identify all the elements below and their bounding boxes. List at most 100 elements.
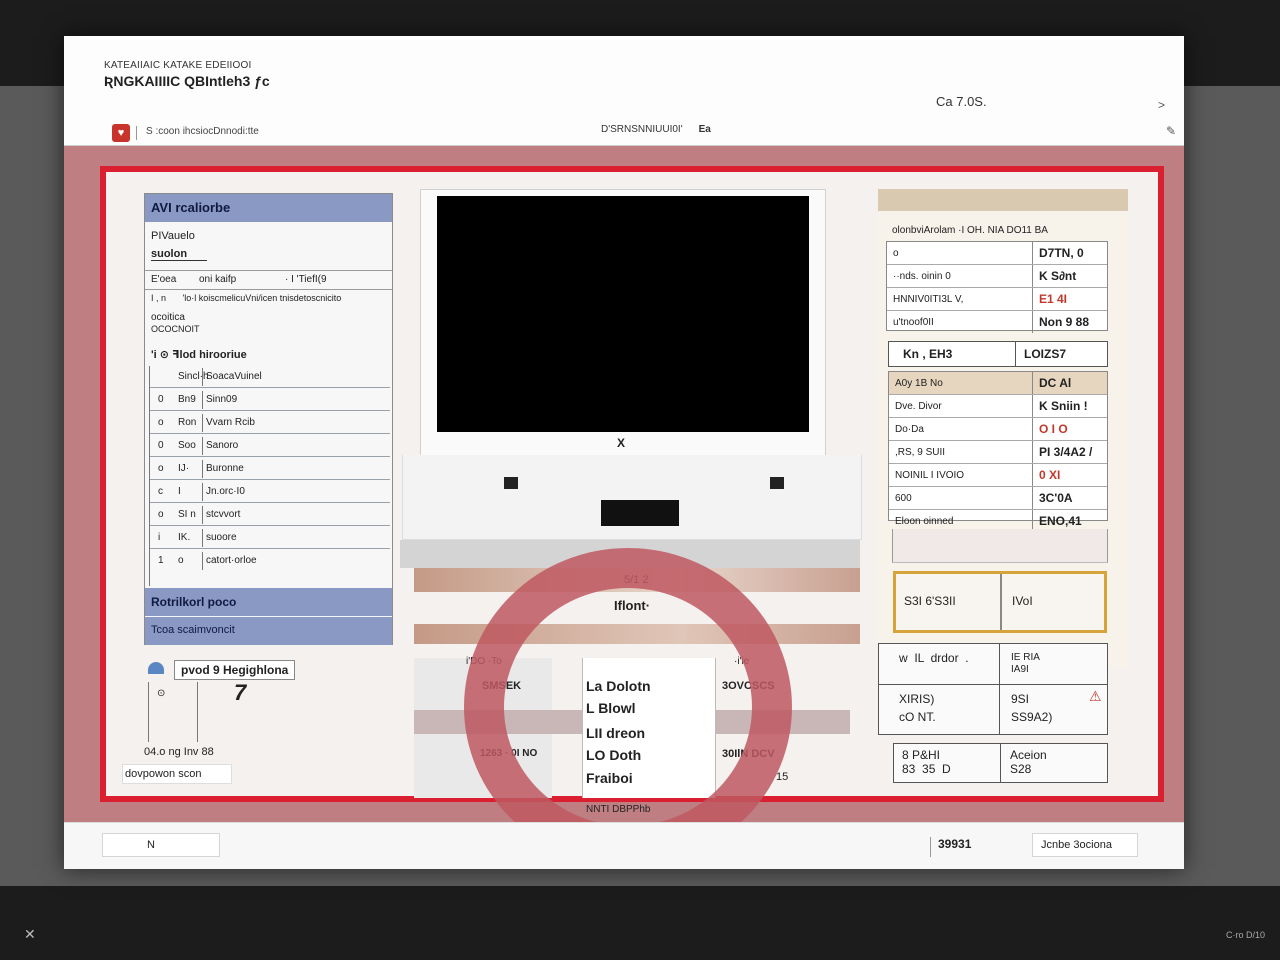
grid-vline	[1000, 744, 1001, 782]
left-panel-line4: OCOCNOIT	[151, 324, 200, 334]
right-head-right[interactable]: LOIZS7	[1015, 342, 1074, 366]
toolbar-center: D'SRNSNNIUUI0I' Ea	[601, 124, 711, 135]
list-item-marker: o	[158, 463, 164, 474]
list-item[interactable]: o IJ· Buronne	[150, 458, 390, 480]
right-empty-field[interactable]	[892, 529, 1108, 563]
list-item[interactable]: 1 o catort·orloe	[150, 550, 390, 572]
grid-cell[interactable]: w IL drdor .	[899, 652, 969, 664]
list-item[interactable]: o SI n stcvvort	[150, 504, 390, 526]
right-row-key: u'tnoof0II	[887, 311, 1033, 333]
list-item-code: Sincl·h	[178, 371, 209, 382]
lower-left-tag[interactable]: pvod 9 Hegighlona	[174, 660, 296, 680]
right-row-key: o	[887, 242, 1033, 264]
radio-icon[interactable]: ⊙	[157, 688, 165, 699]
right-row-key: HNNIV0ITI3L V,	[887, 288, 1033, 310]
list-item[interactable]: 0 Soo Sanoro	[150, 435, 390, 457]
window-subtitle: KATEAIIAIC KATAKE EDEIIOOI	[104, 60, 252, 71]
right-row[interactable]: ··nds. oinin 0 K S∂nt	[887, 265, 1107, 288]
right-row[interactable]: HNNIV0ITI3L V, E1 4I	[887, 288, 1107, 311]
monitor-stand	[402, 455, 862, 540]
list-item-marker: 0	[158, 440, 164, 451]
list-item[interactable]: i IK. suoore	[150, 527, 390, 549]
right-row-key: NOINIL I IVOIO	[889, 464, 1033, 486]
right-row-value: Non 9 88	[1039, 315, 1090, 329]
right-row[interactable]: u'tnoof0II Non 9 88	[887, 311, 1107, 333]
list-item-label: Buronne	[206, 463, 244, 474]
list-divider	[202, 483, 203, 501]
list-item[interactable]: Sincl·h SoacaVuinel	[150, 366, 390, 388]
list-item-marker: o	[158, 509, 164, 520]
highlight-box: S3I 6'S3II IVoI	[893, 571, 1107, 633]
table-cell: 15	[776, 771, 789, 783]
list-item-label: Jn.orc·I0	[206, 486, 245, 497]
right-row-value: O I O	[1039, 422, 1068, 436]
right-row-key: 600	[889, 487, 1033, 509]
grid-cell[interactable]: IE RIA IA9I	[1011, 652, 1040, 676]
highlight-right[interactable]: IVoI	[1012, 594, 1033, 608]
right-panel-header	[878, 189, 1128, 211]
right-head-left[interactable]: Kn , EH3	[903, 347, 952, 361]
list-divider	[202, 552, 203, 570]
monitor-image: X	[420, 189, 826, 457]
left-panel-footer-2[interactable]: Tcoa scaimvoncit	[145, 617, 392, 645]
right-row-key: ··nds. oinin 0	[887, 265, 1033, 287]
bottom-bar: N 39931 Jcnbe 3ociona	[64, 822, 1184, 869]
highlight-left[interactable]: S3I 6'S3II	[904, 594, 956, 608]
right-row-value: PI 3/4A2 /	[1039, 445, 1093, 459]
right-row[interactable]: A0y 1B No DC Al	[889, 372, 1107, 395]
left-panel-header: AVI rcaliorbe	[145, 194, 392, 222]
toolbar-center-label: D'SRNSNNIUUI0I'	[601, 124, 683, 135]
edit-pen-icon[interactable]: ✎	[1166, 124, 1176, 138]
left-panel-section: 'i ⊙ ꟻlod hirooriue	[151, 349, 247, 361]
list-item-marker: i	[158, 532, 161, 543]
right-panel-title: olonbviArolam ·I OH. NIA DO11 BA	[892, 225, 1048, 236]
right-row[interactable]: NOINIL I IVOIO 0 XI	[889, 464, 1107, 487]
left-panel-list: Sincl·h SoacaVuinel 0 Bn9 Sinn09 o Ron V…	[149, 366, 390, 586]
right-row-value: E1 4I	[1039, 292, 1068, 306]
toolbar-path[interactable]: S :coon ihcsiocDnnodi:tte	[146, 126, 259, 137]
row-a-key: I , n	[151, 293, 167, 303]
bottom-input[interactable]: N	[102, 833, 220, 857]
grid-cell[interactable]: 8 P&HI 83 35 D	[902, 748, 951, 776]
list-item[interactable]: o Ron Vvarn Rcib	[150, 412, 390, 434]
left-panel-footer-1[interactable]: Rotrilkorl poco	[145, 588, 392, 616]
right-row[interactable]: Dve. Divor K Sniin !	[889, 395, 1107, 418]
right-row-value: K Sniin !	[1039, 399, 1088, 413]
magnifier-lens	[464, 548, 792, 866]
header-arrow-icon[interactable]: >	[1158, 98, 1165, 112]
left-panel-line3: ocoitica	[151, 312, 185, 323]
app-heart-icon[interactable]: ♥	[112, 124, 130, 142]
list-item-code: Ron	[178, 417, 197, 428]
right-row[interactable]: o D7TN, 0	[887, 242, 1107, 265]
right-row[interactable]: 600 3C'0A	[889, 487, 1107, 510]
alert-icon: ⚠	[1089, 688, 1102, 704]
right-row[interactable]: ,RS, 9 SUII PI 3/4A2 /	[889, 441, 1107, 464]
monitor-brand-logo: X	[617, 436, 626, 450]
lower-left-label-2[interactable]: dovpowon scon	[122, 764, 232, 784]
toolbar-center-badge[interactable]: Ea	[699, 124, 711, 135]
list-item[interactable]: 0 Bn9 Sinn09	[150, 389, 390, 411]
list-item[interactable]: c I Jn.orc·I0	[150, 481, 390, 503]
window-title: ƦNGKAIIIIC QBIntleh3 ƒc	[104, 73, 270, 89]
close-icon[interactable]: ✕	[24, 926, 36, 943]
right-row-value: K S∂nt	[1039, 269, 1077, 283]
grid-hline	[879, 684, 1107, 685]
tab-1[interactable]: oni kaifp	[199, 274, 236, 285]
grid-cell[interactable]: XIRIS) cO NT.	[899, 690, 936, 726]
list-divider	[202, 460, 203, 478]
right-row-key: A0y 1B No	[889, 372, 1033, 394]
grid-vline	[999, 644, 1000, 734]
grid-cell[interactable]: 9SI SS9A2)	[1011, 690, 1052, 726]
right-row[interactable]: Do·Da O I O	[889, 418, 1107, 441]
list-item-label: Sanoro	[206, 440, 239, 451]
bottom-divider	[930, 837, 931, 857]
right-grid: w IL drdor . IE RIA IA9I XIRIS) cO NT. 9…	[878, 643, 1108, 735]
bottom-action-button[interactable]: Jcnbe 3ociona	[1032, 833, 1138, 857]
right-box-1: o D7TN, 0 ··nds. oinin 0 K S∂nt HNNIV0ITI3…	[886, 241, 1108, 333]
list-divider	[202, 529, 203, 547]
grid-cell[interactable]: Aceion S28	[1010, 748, 1047, 776]
tab-2[interactable]: · I 'TiefI(9	[285, 274, 327, 285]
stand-base	[601, 500, 679, 526]
tab-0[interactable]: E'oea	[151, 274, 176, 285]
right-row-key: Dve. Divor	[889, 395, 1033, 417]
